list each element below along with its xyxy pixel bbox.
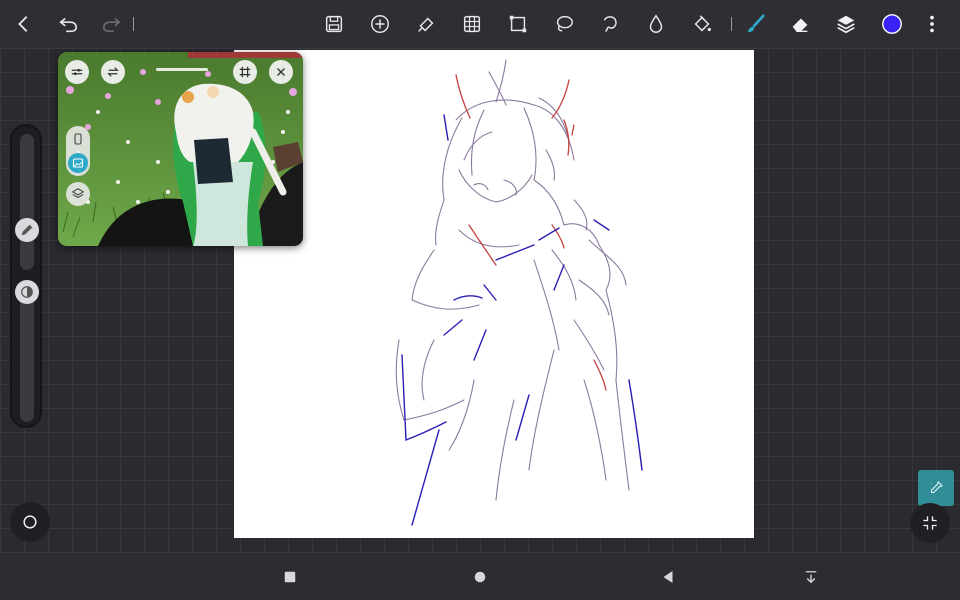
size-slider-track[interactable]: [20, 134, 34, 270]
add-icon[interactable]: [360, 0, 400, 48]
transform-icon[interactable]: [406, 0, 446, 48]
circle-icon: [23, 515, 37, 529]
home-icon[interactable]: [464, 561, 496, 593]
back-icon[interactable]: [4, 0, 44, 48]
download-icon[interactable]: [795, 561, 827, 593]
ref-close-icon[interactable]: [269, 60, 293, 84]
ref-options-icon[interactable]: [65, 60, 89, 84]
opacity-icon[interactable]: [15, 280, 39, 304]
undo-icon[interactable]: [48, 0, 88, 48]
rect-select-icon[interactable]: [498, 0, 538, 48]
color-swatch[interactable]: [872, 0, 912, 48]
ref-layers-icon[interactable]: [66, 182, 90, 206]
stop-icon[interactable]: [274, 561, 306, 593]
eyedropper-button[interactable]: [918, 470, 954, 506]
reference-window[interactable]: [58, 52, 303, 246]
sketch-blue-lines: [401, 114, 643, 526]
back-nav-icon[interactable]: [652, 561, 684, 593]
brush-icon[interactable]: [736, 0, 776, 48]
eraser-icon[interactable]: [780, 0, 820, 48]
eyedropper-icon: [930, 481, 943, 494]
fill-icon[interactable]: [682, 0, 722, 48]
drawing-app: [0, 0, 960, 600]
layers-icon[interactable]: [826, 0, 866, 48]
ref-opacity-slider[interactable]: [156, 68, 208, 71]
ref-flip-icon[interactable]: [101, 60, 125, 84]
shrink-icon: [923, 516, 937, 530]
lasso-icon[interactable]: [544, 0, 584, 48]
more-icon[interactable]: [912, 0, 952, 48]
ref-side-toolbar: [66, 126, 90, 176]
ref-image-icon[interactable]: [68, 153, 88, 173]
drawing-canvas[interactable]: [234, 50, 754, 538]
blur-icon[interactable]: [636, 0, 676, 48]
sketch-head-lines: [395, 59, 630, 501]
brush-slider-panel: [10, 124, 42, 428]
top-toolbar: [0, 0, 960, 49]
grid-icon[interactable]: [452, 0, 492, 48]
toolbar-divider-2: [731, 17, 732, 31]
sketch-artwork: [395, 59, 643, 526]
redo-icon[interactable]: [92, 0, 132, 48]
toolbar-divider: [133, 17, 134, 31]
system-nav-bar: [0, 553, 960, 600]
auto-select-icon[interactable]: [590, 0, 630, 48]
quick-menu-button[interactable]: [10, 502, 50, 542]
ref-grid-icon[interactable]: [233, 60, 257, 84]
ref-device-icon[interactable]: [68, 129, 88, 149]
fit-screen-button[interactable]: [910, 503, 950, 543]
reference-image: [58, 52, 303, 246]
pen-icon[interactable]: [15, 218, 39, 242]
save-icon[interactable]: [314, 0, 354, 48]
